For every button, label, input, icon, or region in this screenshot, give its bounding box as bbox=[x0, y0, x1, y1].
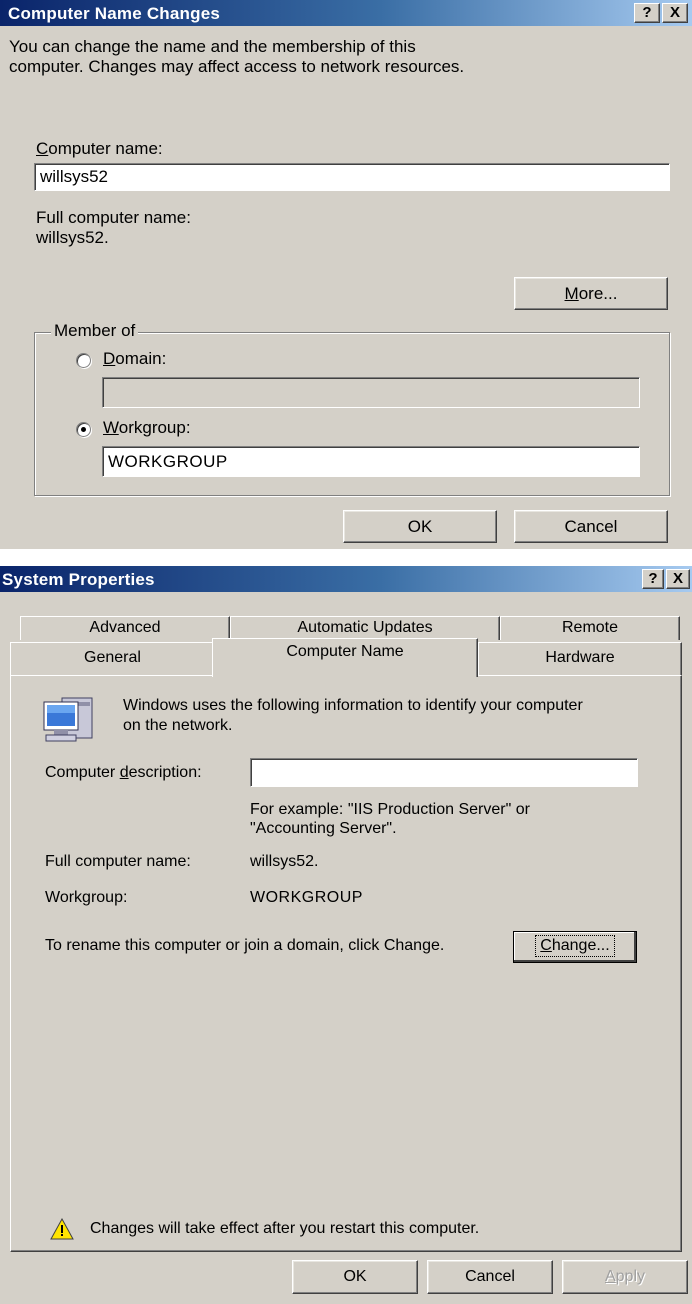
help-button[interactable]: ? bbox=[642, 569, 664, 589]
dialog-title: System Properties bbox=[2, 570, 155, 589]
intro-text-line2: computer. Changes may affect access to n… bbox=[9, 57, 465, 76]
info-text-line1: Windows uses the following information t… bbox=[123, 697, 583, 714]
domain-input[interactable] bbox=[102, 377, 640, 408]
rename-instruction-text: To rename this computer or join a domain… bbox=[45, 937, 445, 954]
dialog-title: Computer Name Changes bbox=[8, 4, 221, 23]
full-computer-name-value: willsys52. bbox=[36, 228, 109, 247]
workgroup-input[interactable] bbox=[102, 446, 640, 477]
example-text-line1: For example: "IIS Production Server" or bbox=[250, 801, 530, 818]
domain-radio[interactable] bbox=[76, 353, 91, 368]
close-button[interactable]: X bbox=[662, 3, 688, 23]
more-button[interactable]: More... bbox=[514, 277, 668, 310]
computer-name-changes-dialog: Computer Name Changes ? X You can change… bbox=[0, 0, 692, 549]
ok-button[interactable]: OK bbox=[292, 1260, 418, 1294]
apply-button[interactable]: Apply bbox=[562, 1260, 688, 1294]
info-text-line2: on the network. bbox=[123, 717, 233, 734]
full-computer-name-label: Full computer name: bbox=[36, 208, 191, 227]
computer-name-input[interactable] bbox=[34, 163, 670, 191]
tab-hardware[interactable]: Hardware bbox=[478, 642, 682, 676]
tab-general[interactable]: General bbox=[10, 642, 215, 676]
domain-label: Domain: bbox=[103, 349, 167, 368]
tab-automatic-updates[interactable]: Automatic Updates bbox=[230, 616, 500, 640]
cancel-button[interactable]: Cancel bbox=[514, 510, 668, 543]
ok-button[interactable]: OK bbox=[343, 510, 497, 543]
computer-description-label: Computer description: bbox=[45, 764, 202, 781]
computer-description-input[interactable] bbox=[250, 758, 638, 787]
full-computer-name-label: Full computer name: bbox=[45, 853, 191, 870]
tab-advanced[interactable]: Advanced bbox=[20, 616, 230, 640]
title-bar[interactable]: Computer Name Changes ? X bbox=[0, 0, 692, 26]
workgroup-label: Workgroup: bbox=[45, 889, 128, 906]
cancel-button[interactable]: Cancel bbox=[427, 1260, 553, 1294]
warning-icon bbox=[50, 1218, 74, 1240]
workgroup-radio[interactable] bbox=[76, 422, 91, 437]
tab-computer-name[interactable]: Computer Name bbox=[212, 638, 478, 677]
radio-selected-dot bbox=[81, 427, 86, 432]
computer-icon bbox=[43, 697, 93, 742]
member-of-label: Member of bbox=[51, 321, 139, 341]
tab-remote[interactable]: Remote bbox=[500, 616, 680, 640]
full-computer-name-value: willsys52. bbox=[250, 853, 319, 870]
title-bar[interactable]: System Properties ? X bbox=[0, 566, 692, 592]
system-properties-dialog: System Properties ? X Advanced Automatic… bbox=[0, 566, 692, 1304]
intro-text-line1: You can change the name and the membersh… bbox=[9, 37, 416, 56]
workgroup-value: WORKGROUP bbox=[250, 889, 363, 906]
example-text-line2: "Accounting Server". bbox=[250, 820, 397, 837]
change-button[interactable]: Change... bbox=[513, 931, 637, 963]
restart-warning-text: Changes will take effect after you resta… bbox=[90, 1220, 480, 1237]
close-button[interactable]: X bbox=[666, 569, 690, 589]
workgroup-label: Workgroup: bbox=[103, 418, 191, 437]
computer-name-label: Computer name: bbox=[36, 139, 163, 158]
help-button[interactable]: ? bbox=[634, 3, 660, 23]
